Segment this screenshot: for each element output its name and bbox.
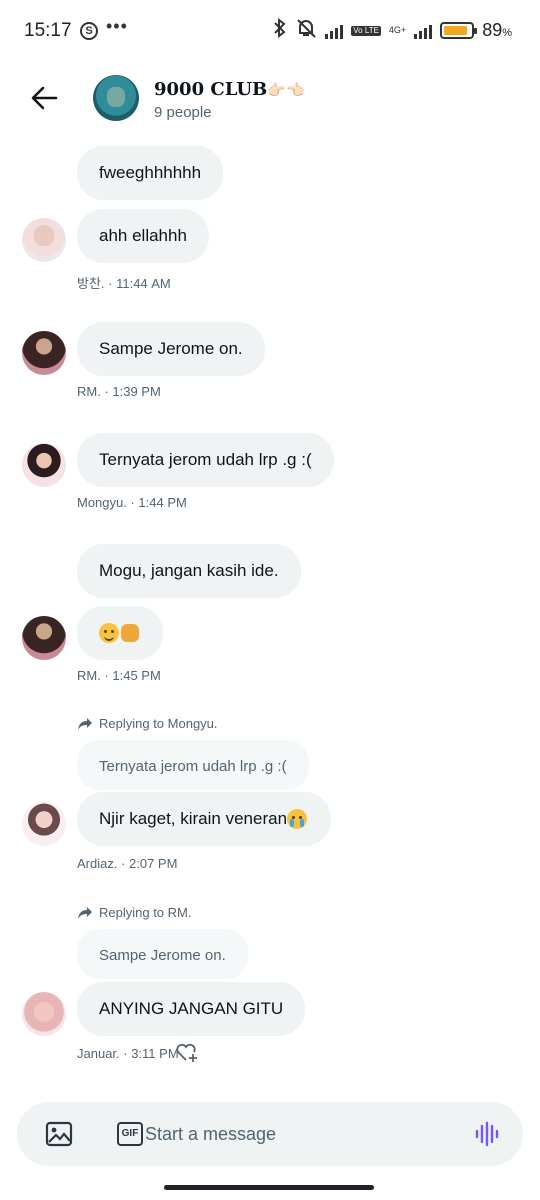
add-reaction-button[interactable] (174, 1040, 200, 1064)
voice-message-button[interactable] (473, 1120, 501, 1148)
message-bubble[interactable]: Njir kaget, kirain veneran (77, 792, 332, 846)
sob-emoji-icon (287, 809, 308, 829)
home-indicator[interactable] (164, 1185, 374, 1190)
bluetooth-icon (273, 17, 287, 43)
replying-to-text: Replying to Mongyu. (99, 716, 218, 731)
sender-avatar[interactable] (22, 616, 66, 660)
replying-to-label: Replying to RM. (77, 905, 191, 920)
message-bubble[interactable]: Mogu, jangan kasih ide. (77, 544, 301, 598)
message-bubble-emoji[interactable] (77, 606, 163, 660)
message-bubble[interactable]: Sampe Jerome on. (77, 322, 265, 376)
message-meta: Mongyu. · 1:44 PM (77, 495, 187, 510)
replying-to-text: Replying to RM. (99, 905, 192, 920)
alarm-off-icon (295, 18, 317, 43)
status-time: 15:17 (24, 20, 72, 41)
battery-icon (440, 22, 478, 39)
heart-plus-icon (176, 1043, 197, 1062)
quoted-message[interactable]: Sampe Jerome on. (77, 929, 248, 979)
message-meta: 방찬. · 11:44 AM (77, 276, 171, 291)
group-title[interactable]: 9000 CLUB👉🏻👈🏻 (154, 79, 305, 100)
message-text: Njir kaget, kirain veneran (99, 809, 288, 828)
sender-avatar[interactable] (22, 443, 66, 487)
chat-header: 9000 CLUB👉🏻👈🏻 9 people (0, 64, 540, 134)
voice-message-icon (475, 1121, 499, 1147)
message-bubble[interactable]: Ternyata jerom udah lrp .g :( (77, 433, 334, 487)
app-notification-icon: S (80, 22, 98, 40)
message-bubble[interactable]: fweeghhhhhh (77, 146, 224, 200)
signal-icon (325, 23, 344, 39)
more-notifications-icon: ••• (106, 16, 128, 36)
fist-emoji-icon (121, 624, 139, 642)
sender-avatar[interactable] (22, 331, 66, 375)
message-input[interactable] (145, 1116, 445, 1152)
back-button[interactable] (26, 80, 62, 116)
sender-avatar[interactable] (22, 218, 66, 262)
message-composer: GIF (17, 1102, 523, 1166)
message-meta: Januar. · 3:11 PM (77, 1046, 179, 1061)
pointing-hands-emoji: 👉🏻👈🏻 (267, 81, 305, 99)
quoted-message[interactable]: Ternyata jerom udah lrp .g :( (77, 740, 309, 790)
image-button[interactable] (45, 1120, 73, 1148)
message-bubble[interactable]: ahh ellahhh (77, 209, 209, 263)
smile-emoji-icon (99, 623, 119, 643)
group-avatar[interactable] (93, 75, 139, 121)
arrow-left-icon (31, 86, 58, 110)
replying-to-label: Replying to Mongyu. (77, 716, 218, 731)
battery-percent: 89% (482, 20, 512, 40)
volte-icon: Vo LTE (351, 25, 381, 36)
reply-arrow-icon (78, 906, 92, 919)
image-icon (45, 1121, 73, 1147)
signal-icon-2 (414, 23, 433, 39)
reply-arrow-icon (78, 717, 92, 730)
status-bar: 15:17 S ••• Vo LTE 4G+ 89% (0, 0, 540, 64)
message-meta: Ardiaz. · 2:07 PM (77, 856, 178, 871)
message-meta: RM. · 1:45 PM (77, 668, 161, 683)
message-bubble[interactable]: ANYING JANGAN GITU (77, 982, 306, 1036)
message-meta: RM. · 1:39 PM (77, 384, 161, 399)
network-4g-icon: 4G+ (388, 25, 407, 35)
group-member-count[interactable]: 9 people (154, 104, 212, 121)
sender-avatar[interactable] (22, 992, 66, 1036)
sender-avatar[interactable] (22, 802, 66, 846)
gif-button[interactable]: GIF (117, 1122, 143, 1146)
